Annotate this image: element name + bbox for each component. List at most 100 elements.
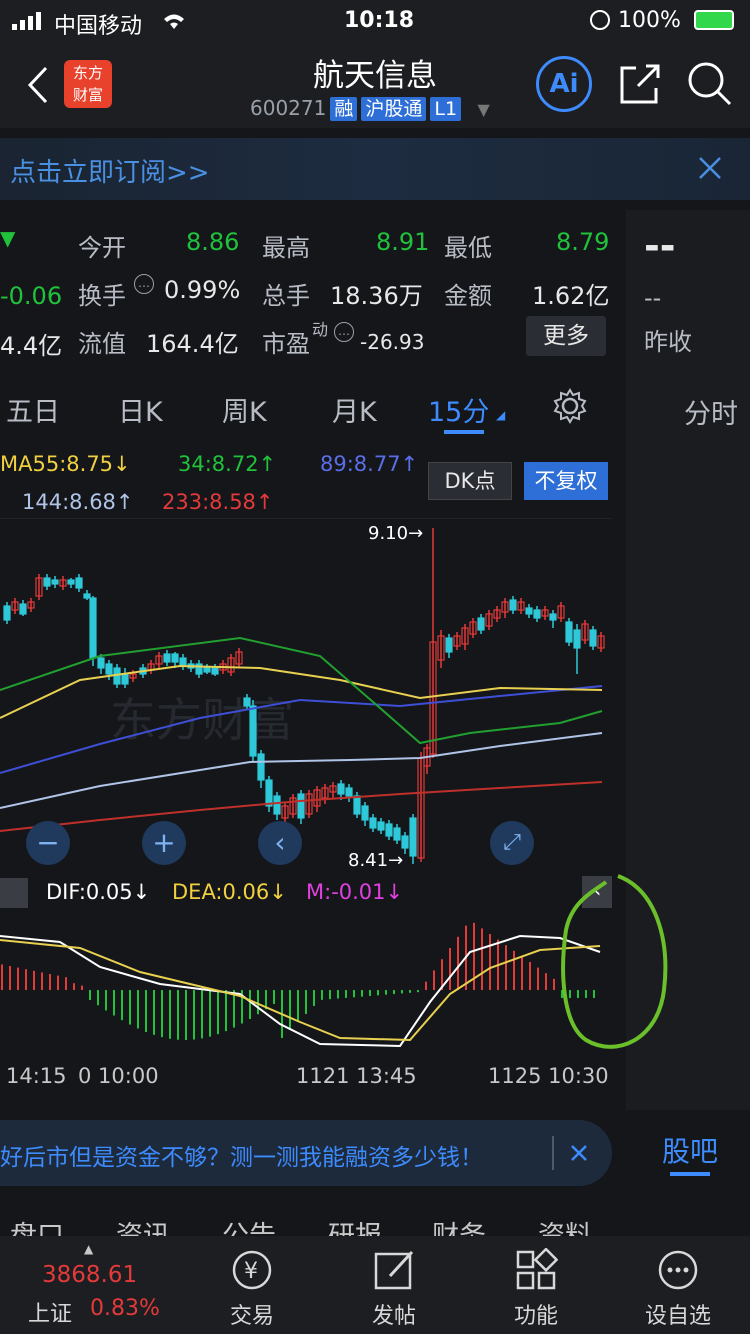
kline-chart[interactable]: 东方财富 9.10→ 8.41→ − + ‹ ⤢ (0, 517, 612, 873)
subtab-news[interactable]: 资讯 (116, 1214, 170, 1236)
tab-five-day[interactable]: 五日 (6, 390, 60, 429)
index-value[interactable]: 3868.61 (42, 1262, 137, 1288)
subscribe-banner[interactable]: 点击立即订阅>> (0, 138, 750, 200)
float-label: 流值 (78, 330, 126, 358)
macd-legend: DIF:0.05↓ DEA:0.06↓ M:-0.01↓ ‹ (0, 874, 612, 912)
period-tabs: 五日 日K 周K 月K 15分 ◢ (0, 372, 626, 440)
fullscreen-button[interactable]: ⤢ (490, 821, 534, 865)
tab-daily-k[interactable]: 日K (118, 390, 163, 429)
functions-grid-icon[interactable] (514, 1248, 558, 1292)
time-label-3: 1121 13:45 (296, 1064, 417, 1088)
more-button[interactable]: 更多 (526, 316, 606, 356)
clock: 10:18 (344, 8, 415, 33)
open-value: 8.86 (186, 228, 240, 256)
ma233-label: 233:8.58↑ (162, 490, 274, 514)
more-dots-icon[interactable] (656, 1248, 700, 1292)
zoom-out-button[interactable]: − (26, 821, 70, 865)
add-watchlist-label[interactable]: 设自选 (628, 1298, 728, 1330)
price-change: -0.06 (0, 282, 63, 310)
time-label-2: 0 10:00 (78, 1064, 159, 1088)
ad-close-icon[interactable] (570, 1144, 588, 1162)
pe-info-icon[interactable]: … (334, 322, 354, 342)
functions-label[interactable]: 功能 (486, 1298, 586, 1330)
prev-close-label: 昨收 (644, 328, 692, 356)
ai-button[interactable]: Ai (536, 56, 592, 112)
no-adjust-button[interactable]: 不复权 (524, 462, 608, 500)
tag-hk-connect: 沪股通 (361, 97, 427, 121)
banner-text[interactable]: 点击立即订阅>> (10, 152, 210, 189)
turnover-value: 0.99% (164, 276, 241, 304)
active-tab-indicator (444, 430, 484, 434)
bottom-toolbar: ▲ 3868.61 上证 0.83% ¥ 交易 发帖 功能 设自选 (0, 1236, 750, 1334)
ma89-line (0, 685, 603, 774)
subtab-announcements[interactable]: 公告 (222, 1214, 276, 1236)
macd-chart (0, 922, 601, 1048)
tag-margin: 融 (330, 97, 358, 121)
high-label: 最高 (262, 234, 310, 262)
tab-guba[interactable]: 股吧 (662, 1130, 718, 1170)
detail-subtabs: 盘口 资讯 公告 研报 财务 资料 (0, 1206, 626, 1236)
scroll-left-button[interactable]: ‹ (258, 821, 302, 865)
amount-label: 金额 (444, 282, 492, 310)
tab-intraday[interactable]: 分时 (684, 392, 738, 431)
time-label-1: 14:15 (6, 1064, 67, 1088)
pe-label: 市盈 (262, 330, 310, 358)
battery-percent: 100% (618, 8, 681, 33)
float-value: 164.4亿 (146, 330, 239, 358)
index-change[interactable]: 0.83% (90, 1296, 160, 1321)
stock-code-line: 600271 融沪股通 L1 ▼ (250, 96, 490, 121)
guba-tab-indicator (670, 1172, 710, 1176)
quote-panel: ▼ -0.06 4.4亿 今开 8.86 最高 8.91 最低 8.79 换手 … (0, 210, 626, 370)
indicator-selector[interactable] (0, 878, 28, 908)
turnover-label: 换手 (78, 282, 126, 310)
ma34-label: 34:8.72↑ (178, 452, 277, 476)
post-label[interactable]: 发帖 (344, 1298, 444, 1330)
dropdown-triangle-icon[interactable]: ▼ (477, 100, 489, 119)
ma55-line (0, 664, 603, 719)
pe-value: -26.93 (360, 330, 425, 354)
tab-weekly-k[interactable]: 周K (222, 390, 267, 429)
stock-header: 东方 财富 航天信息 600271 融沪股通 L1 ▼ Ai (0, 40, 750, 128)
subtab-orderbook[interactable]: 盘口 (10, 1214, 64, 1236)
ad-text[interactable]: 好后市但是资金不够？测一测我能融资多少钱！ (0, 1138, 540, 1172)
close-icon[interactable] (698, 156, 722, 180)
subtab-profile[interactable]: 资料 (538, 1214, 592, 1236)
candles-group (3, 528, 605, 864)
tab-15min[interactable]: 15分 (428, 390, 489, 429)
index-name[interactable]: 上证 (28, 1296, 72, 1328)
status-bar: 中国移动 10:18 100% (0, 0, 750, 40)
tab-monthly-k[interactable]: 月K (332, 390, 377, 429)
settings-gear-icon[interactable] (552, 388, 588, 424)
low-value: 8.79 (556, 228, 610, 256)
ma144-label: 144:8.68↑ (22, 490, 134, 514)
trade-label[interactable]: 交易 (202, 1298, 302, 1330)
battery-icon (694, 10, 734, 30)
m-label: M:-0.01↓ (306, 880, 404, 904)
dif-label: DIF:0.05↓ (46, 880, 151, 904)
annotation-circle (561, 874, 668, 1049)
signal-icon (12, 12, 41, 30)
svg-text:¥: ¥ (244, 1259, 258, 1284)
volume-value: 18.36万 (330, 282, 423, 310)
dk-point-button[interactable]: DK点 (428, 462, 512, 500)
share-icon[interactable] (618, 62, 662, 106)
tab-dropdown-icon: ◢ (496, 408, 506, 422)
amount-value: 1.62亿 (532, 282, 610, 310)
wifi-icon (164, 14, 184, 29)
zoom-in-button[interactable]: + (142, 821, 186, 865)
trade-yen-icon[interactable]: ¥ (230, 1248, 274, 1292)
search-icon[interactable] (686, 60, 734, 108)
subtab-research[interactable]: 研报 (328, 1214, 382, 1236)
financing-ad-banner[interactable]: 好后市但是资金不够？测一测我能融资多少钱！ (0, 1120, 612, 1186)
compose-post-icon[interactable] (372, 1248, 416, 1292)
pe-superscript: 动 (312, 320, 329, 339)
high-value: 8.91 (376, 228, 430, 256)
time-label-4: 1125 10:30 (488, 1064, 609, 1088)
watermark: 东方财富 (110, 693, 294, 747)
tag-level: L1 (430, 97, 462, 121)
open-label: 今开 (78, 234, 126, 262)
subtab-finance[interactable]: 财务 (432, 1214, 486, 1236)
change-placeholder: -- (644, 284, 662, 312)
lock-rotation-icon (590, 10, 610, 30)
info-icon[interactable]: … (134, 274, 154, 294)
